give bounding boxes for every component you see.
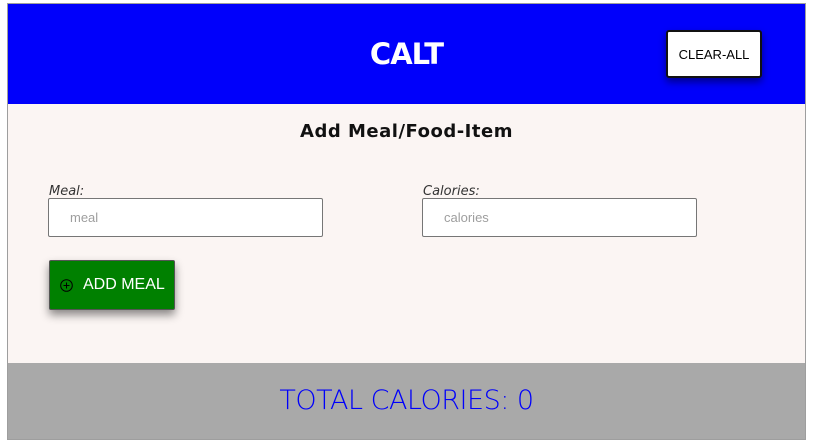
meal-input[interactable]: [48, 198, 323, 237]
app-header: CALT CLEAR-ALL: [8, 4, 805, 104]
add-meal-form: Add Meal/Food-Item Meal: Calories: ADD M…: [8, 104, 805, 363]
totals-bar: TOTAL CALORIES: 0: [8, 363, 805, 439]
add-meal-label: ADD MEAL: [83, 276, 165, 293]
app-window: CALT CLEAR-ALL Add Meal/Food-Item Meal: …: [7, 3, 806, 440]
plus-circle-icon: [60, 278, 73, 292]
total-calories: TOTAL CALORIES: 0: [279, 385, 534, 416]
calories-label: Calories:: [423, 184, 480, 199]
meal-label: Meal:: [49, 184, 85, 199]
form-title: Add Meal/Food-Item: [300, 121, 513, 142]
calories-input[interactable]: [422, 198, 697, 237]
add-meal-button[interactable]: ADD MEAL: [49, 260, 175, 310]
clear-all-button[interactable]: CLEAR-ALL: [666, 30, 762, 78]
